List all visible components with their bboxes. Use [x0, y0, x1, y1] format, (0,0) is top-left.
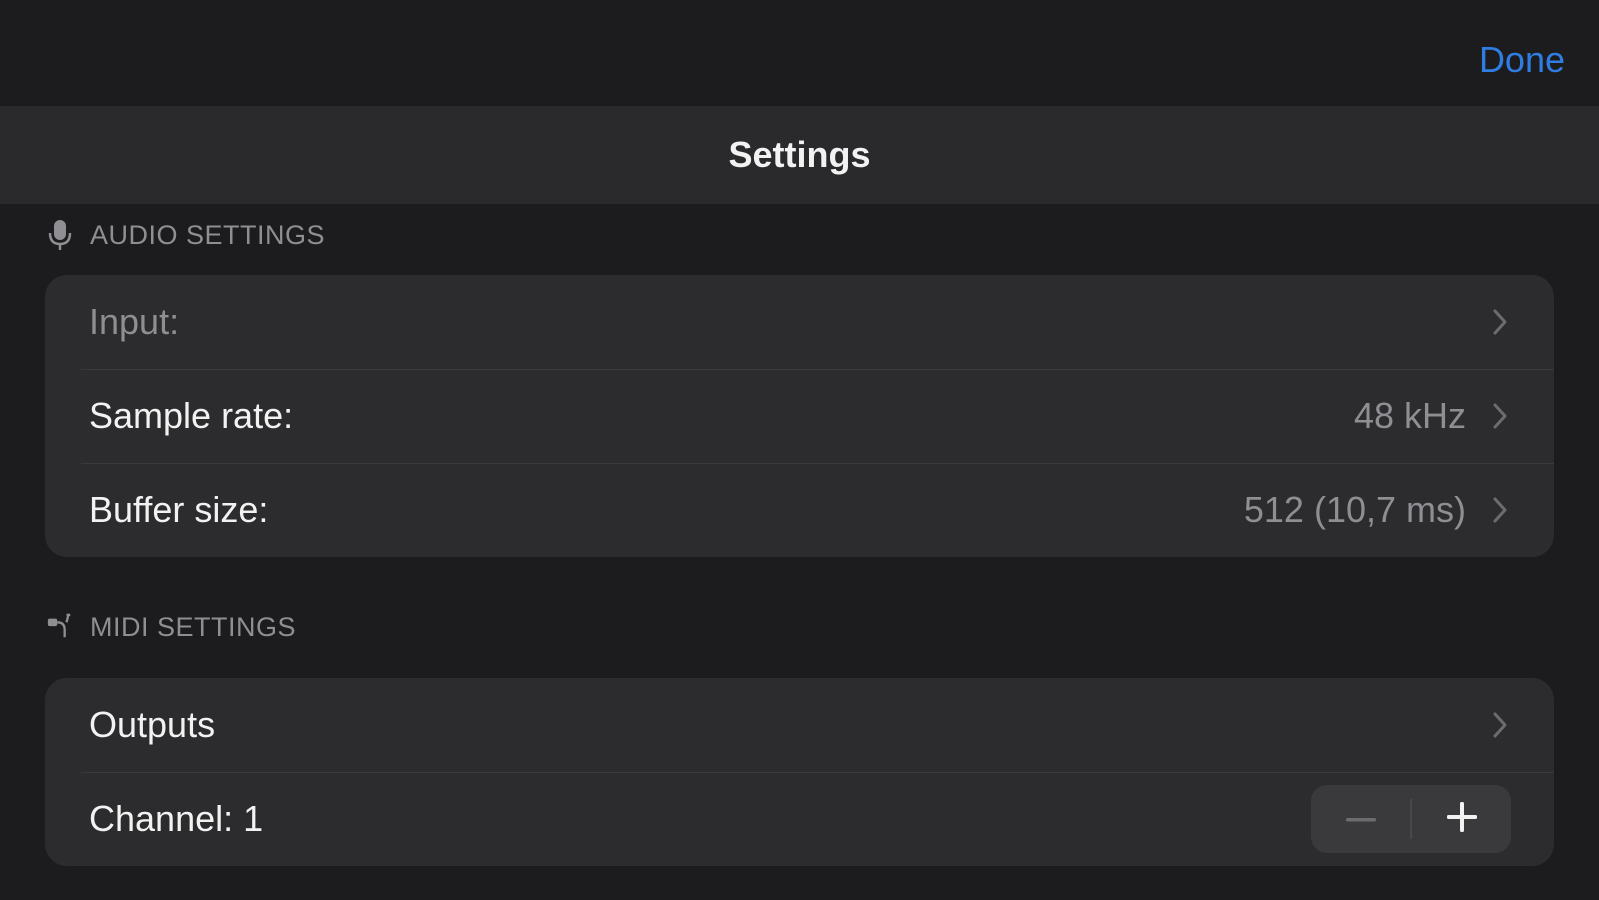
- page-title: Settings: [728, 134, 871, 175]
- channel-label: Channel: 1: [89, 798, 264, 839]
- sample-rate-label: Sample rate:: [89, 395, 294, 436]
- microphone-icon: [46, 218, 74, 252]
- channel-stepper: [1311, 785, 1511, 853]
- chevron-right-icon: [1490, 709, 1510, 741]
- buffer-size-value: 512 (10,7 ms): [1243, 489, 1466, 530]
- audio-settings-group: Input: Sample rate: 48 kHz Buffer size: …: [45, 275, 1554, 557]
- midi-cable-icon: [46, 610, 74, 644]
- input-label: Input:: [89, 301, 180, 342]
- midi-settings-label: MIDI SETTINGS: [90, 611, 297, 642]
- channel-row: Channel: 1: [45, 772, 1554, 866]
- decrement-button[interactable]: [1311, 785, 1410, 853]
- buffer-size-row[interactable]: Buffer size: 512 (10,7 ms): [45, 463, 1554, 557]
- settings-screen: Done Settings AUDIO SETTINGS Input: Samp…: [0, 0, 1599, 900]
- plus-icon: [1446, 801, 1477, 837]
- buffer-size-label: Buffer size:: [89, 489, 269, 530]
- audio-settings-header: AUDIO SETTINGS: [46, 218, 325, 252]
- increment-button[interactable]: [1412, 785, 1511, 853]
- navigation-title-bar: Settings: [0, 106, 1599, 204]
- minus-icon: [1345, 810, 1376, 828]
- done-button[interactable]: Done: [1479, 36, 1565, 84]
- top-bar: Done: [0, 0, 1599, 106]
- midi-settings-group: Outputs Channel: 1: [45, 678, 1554, 866]
- sample-rate-value: 48 kHz: [1353, 395, 1466, 436]
- outputs-label: Outputs: [89, 704, 216, 745]
- sample-rate-row[interactable]: Sample rate: 48 kHz: [45, 369, 1554, 463]
- chevron-right-icon: [1490, 400, 1510, 432]
- midi-settings-header: MIDI SETTINGS: [46, 610, 296, 644]
- chevron-right-icon: [1490, 494, 1510, 526]
- input-row[interactable]: Input:: [45, 275, 1554, 369]
- audio-settings-label: AUDIO SETTINGS: [90, 219, 326, 250]
- outputs-row[interactable]: Outputs: [45, 678, 1554, 772]
- chevron-right-icon: [1490, 306, 1510, 338]
